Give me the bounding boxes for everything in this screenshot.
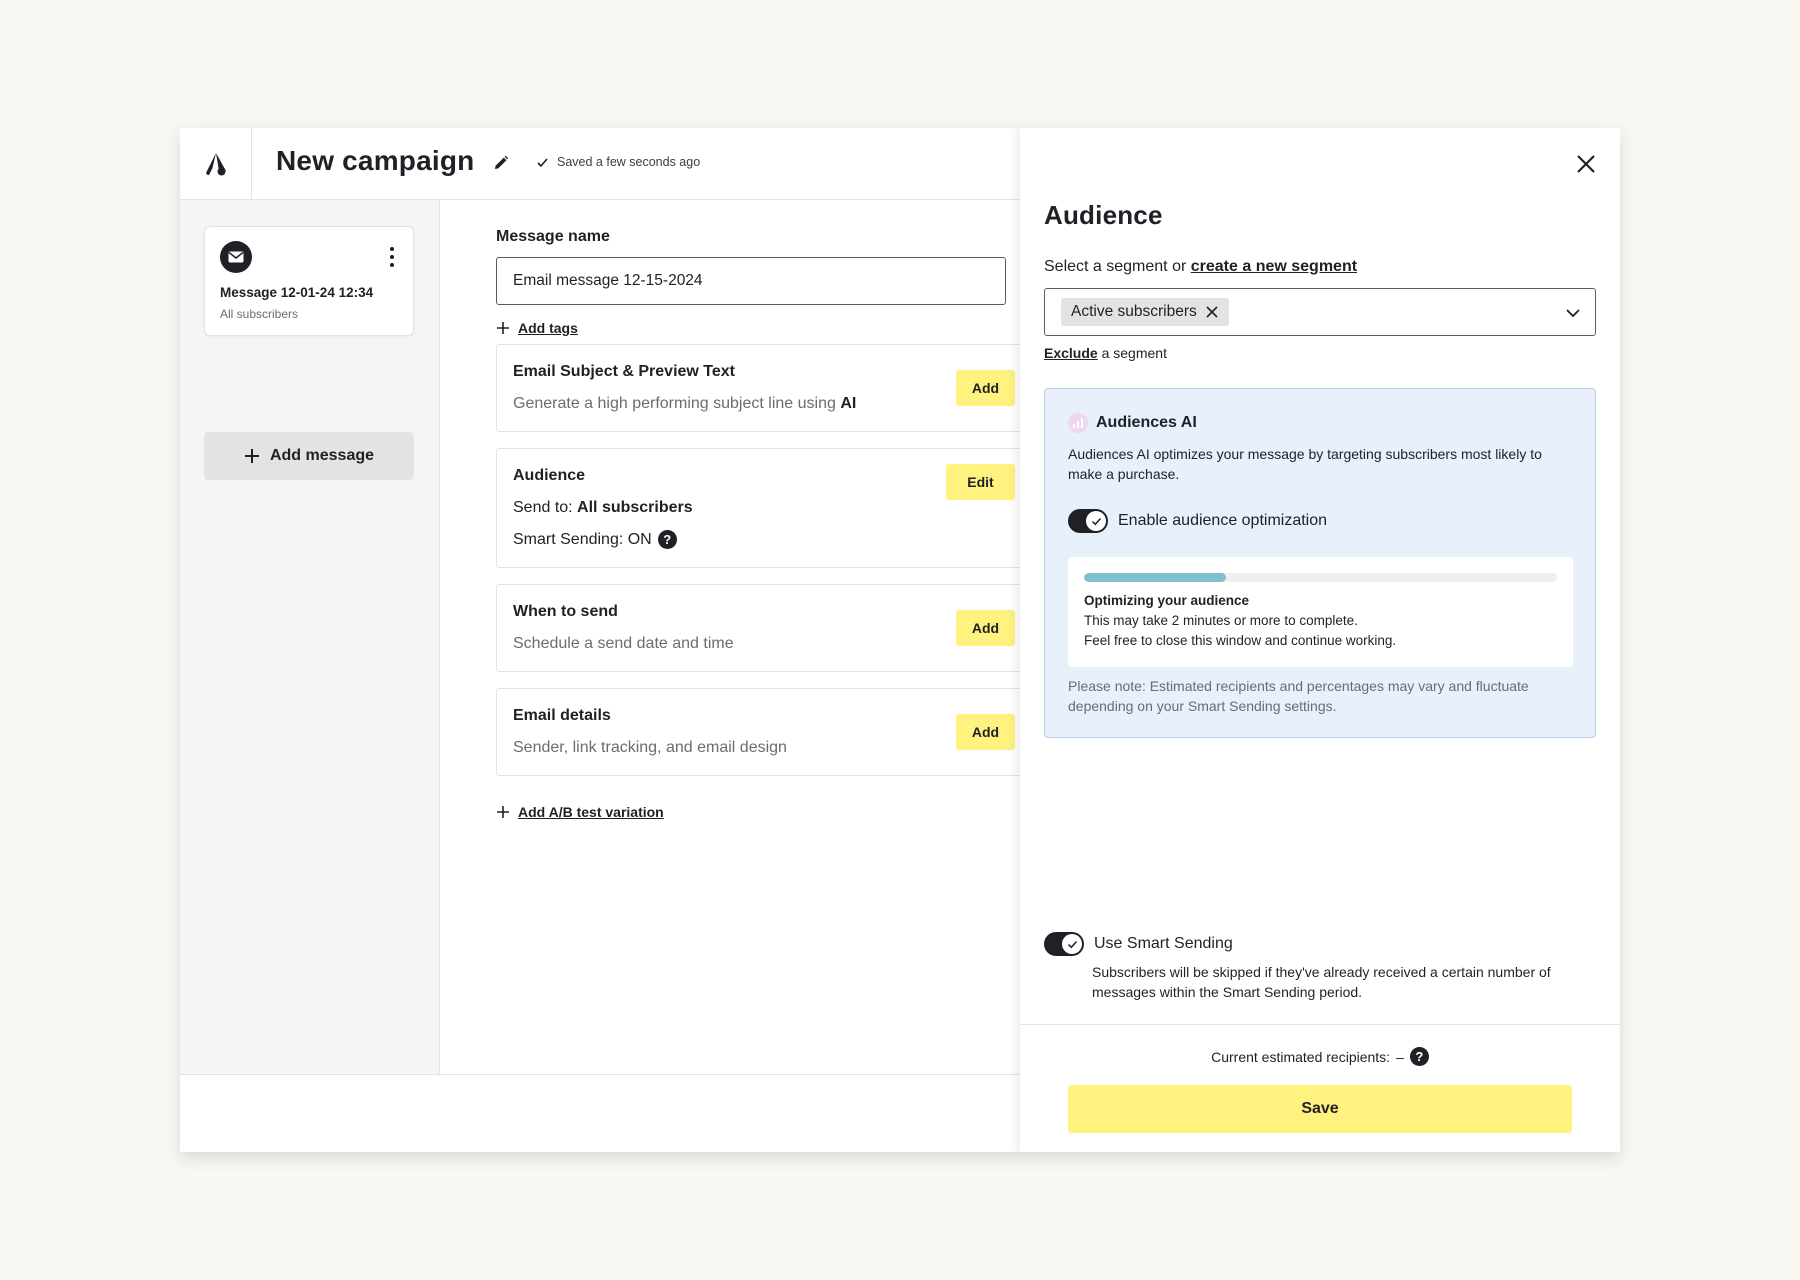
ai-toggle-row: Enable audience optimization	[1068, 509, 1327, 533]
message-card[interactable]: Message 12-01-24 12:34 All subscribers	[204, 226, 414, 336]
subject-desc-text: Generate a high performing subject line …	[513, 395, 841, 412]
exclude-segment: Exclude a segment	[1044, 345, 1167, 361]
when-section: When to send Schedule a send date and ti…	[496, 584, 1036, 672]
message-card-subtitle: All subscribers	[220, 307, 299, 321]
add-tags-link[interactable]: Add tags	[496, 320, 578, 336]
message-name-input[interactable]	[496, 257, 1006, 305]
add-message-label: Add message	[269, 447, 375, 464]
progress-line-2: Feel free to close this window and conti…	[1084, 633, 1397, 648]
check-icon	[1067, 940, 1077, 948]
exclude-suffix: a segment	[1097, 345, 1167, 361]
details-section-desc: Sender, link tracking, and email design	[513, 739, 787, 756]
audience-smart-sending: Smart Sending: ON ?	[513, 530, 677, 549]
smart-sending-label: Use Smart Sending	[1094, 935, 1233, 952]
estimated-recipients: Current estimated recipients: – ?	[1020, 1047, 1620, 1066]
add-ab-test-label: Add A/B test variation	[518, 804, 664, 820]
recipients-label: Current estimated recipients:	[1211, 1048, 1391, 1065]
when-add-button[interactable]: Add	[956, 610, 1015, 646]
main-content: Message name Add tags Email Subject & Pr…	[441, 200, 1036, 1074]
segment-prompt: Select a segment or create a new segment	[1044, 258, 1357, 276]
details-section-title: Email details	[513, 707, 611, 724]
sidebar: Message 12-01-24 12:34 All subscribers A…	[180, 200, 440, 1074]
panel-title: Audience	[1044, 200, 1163, 230]
audience-send-to: Send to: All subscribers	[513, 499, 693, 517]
progress-bar-fill	[1084, 573, 1226, 582]
pencil-icon[interactable]	[492, 154, 510, 172]
save-button[interactable]: Save	[1068, 1085, 1572, 1133]
progress-card: Optimizing your audience This may take 2…	[1068, 557, 1573, 667]
details-add-button[interactable]: Add	[956, 714, 1015, 750]
add-ab-test-link[interactable]: Add A/B test variation	[496, 804, 664, 820]
ai-toggle-label: Enable audience optimization	[1118, 512, 1328, 529]
create-segment-link[interactable]: create a new segment	[1191, 258, 1357, 275]
smart-sending-description: Subscribers will be skipped if they've a…	[1092, 964, 1551, 1000]
check-icon	[1091, 517, 1101, 525]
chevron-down-icon	[1566, 309, 1580, 318]
remove-chip-icon[interactable]	[1205, 305, 1219, 319]
segment-select[interactable]: Active subscribers	[1044, 288, 1596, 336]
segment-chip: Active subscribers	[1061, 298, 1229, 326]
segment-prompt-text: Select a segment or	[1044, 258, 1191, 275]
check-icon	[537, 157, 548, 167]
progress-bar	[1084, 573, 1557, 582]
plus-icon	[244, 449, 259, 463]
subject-section-desc: Generate a high performing subject line …	[513, 395, 856, 413]
send-to-label: Send to:	[513, 499, 578, 516]
subject-add-button[interactable]: Add	[956, 370, 1015, 406]
exclude-link[interactable]: Exclude	[1044, 345, 1098, 361]
smart-sending-status: Smart Sending: ON	[513, 530, 652, 548]
smart-sending-toggle[interactable]	[1044, 932, 1084, 956]
add-message-button[interactable]: Add message	[204, 432, 414, 480]
message-card-title: Message 12-01-24 12:34	[220, 285, 374, 300]
subject-desc-ai: AI	[840, 395, 857, 412]
when-section-title: When to send	[513, 603, 618, 620]
app-header: New campaign Saved a few seconds ago	[180, 128, 1020, 200]
ai-description: Audiences AI optimizes your message by t…	[1068, 446, 1542, 482]
saved-status-text: Saved a few seconds ago	[557, 155, 701, 169]
send-to-value: All subscribers	[577, 499, 693, 516]
audiences-ai-box: Audiences AI Audiences AI optimizes your…	[1044, 388, 1596, 738]
page-title: New campaign	[276, 145, 475, 176]
message-name-label: Message name	[496, 228, 610, 245]
panel-footer: Current estimated recipients: – ? Save	[1020, 1024, 1620, 1152]
ai-header: Audiences AI	[1068, 413, 1197, 433]
ai-title: Audiences AI	[1096, 414, 1197, 431]
progress-title: Optimizing your audience	[1084, 593, 1250, 608]
plus-icon	[497, 322, 509, 334]
subject-section-title: Email Subject & Preview Text	[513, 363, 736, 380]
progress-line-1: This may take 2 minutes or more to compl…	[1084, 613, 1358, 628]
saved-status: Saved a few seconds ago	[536, 155, 700, 169]
audience-panel: Audience Select a segment or create a ne…	[1020, 128, 1620, 1152]
more-options-icon[interactable]	[389, 247, 395, 267]
logo[interactable]	[180, 128, 252, 200]
audience-optimization-toggle[interactable]	[1068, 509, 1108, 533]
audience-section-title: Audience	[513, 467, 586, 484]
ai-sparkle-icon	[1068, 413, 1088, 433]
subject-section: Email Subject & Preview Text Generate a …	[496, 344, 1036, 432]
audience-section: Audience Send to: All subscribers Smart …	[496, 448, 1036, 568]
close-icon[interactable]	[1572, 150, 1600, 178]
smart-sending-row: Use Smart Sending	[1044, 932, 1233, 956]
bottom-bar	[180, 1074, 1020, 1152]
help-icon[interactable]: ?	[1409, 1047, 1429, 1066]
audience-edit-button[interactable]: Edit	[946, 464, 1015, 500]
when-section-desc: Schedule a send date and time	[513, 635, 734, 652]
plus-icon	[497, 806, 509, 818]
brand-logo-icon	[205, 153, 226, 176]
add-tags-label: Add tags	[518, 320, 578, 336]
details-section: Email details Sender, link tracking, and…	[496, 688, 1036, 776]
recipients-value: –	[1396, 1048, 1404, 1065]
mail-icon	[220, 241, 252, 273]
ai-note: Please note: Estimated recipients and pe…	[1068, 678, 1529, 714]
segment-chip-label: Active subscribers	[1071, 303, 1197, 320]
help-icon[interactable]: ?	[657, 530, 677, 549]
app-window: New campaign Saved a few seconds ago Mes…	[180, 128, 1620, 1152]
